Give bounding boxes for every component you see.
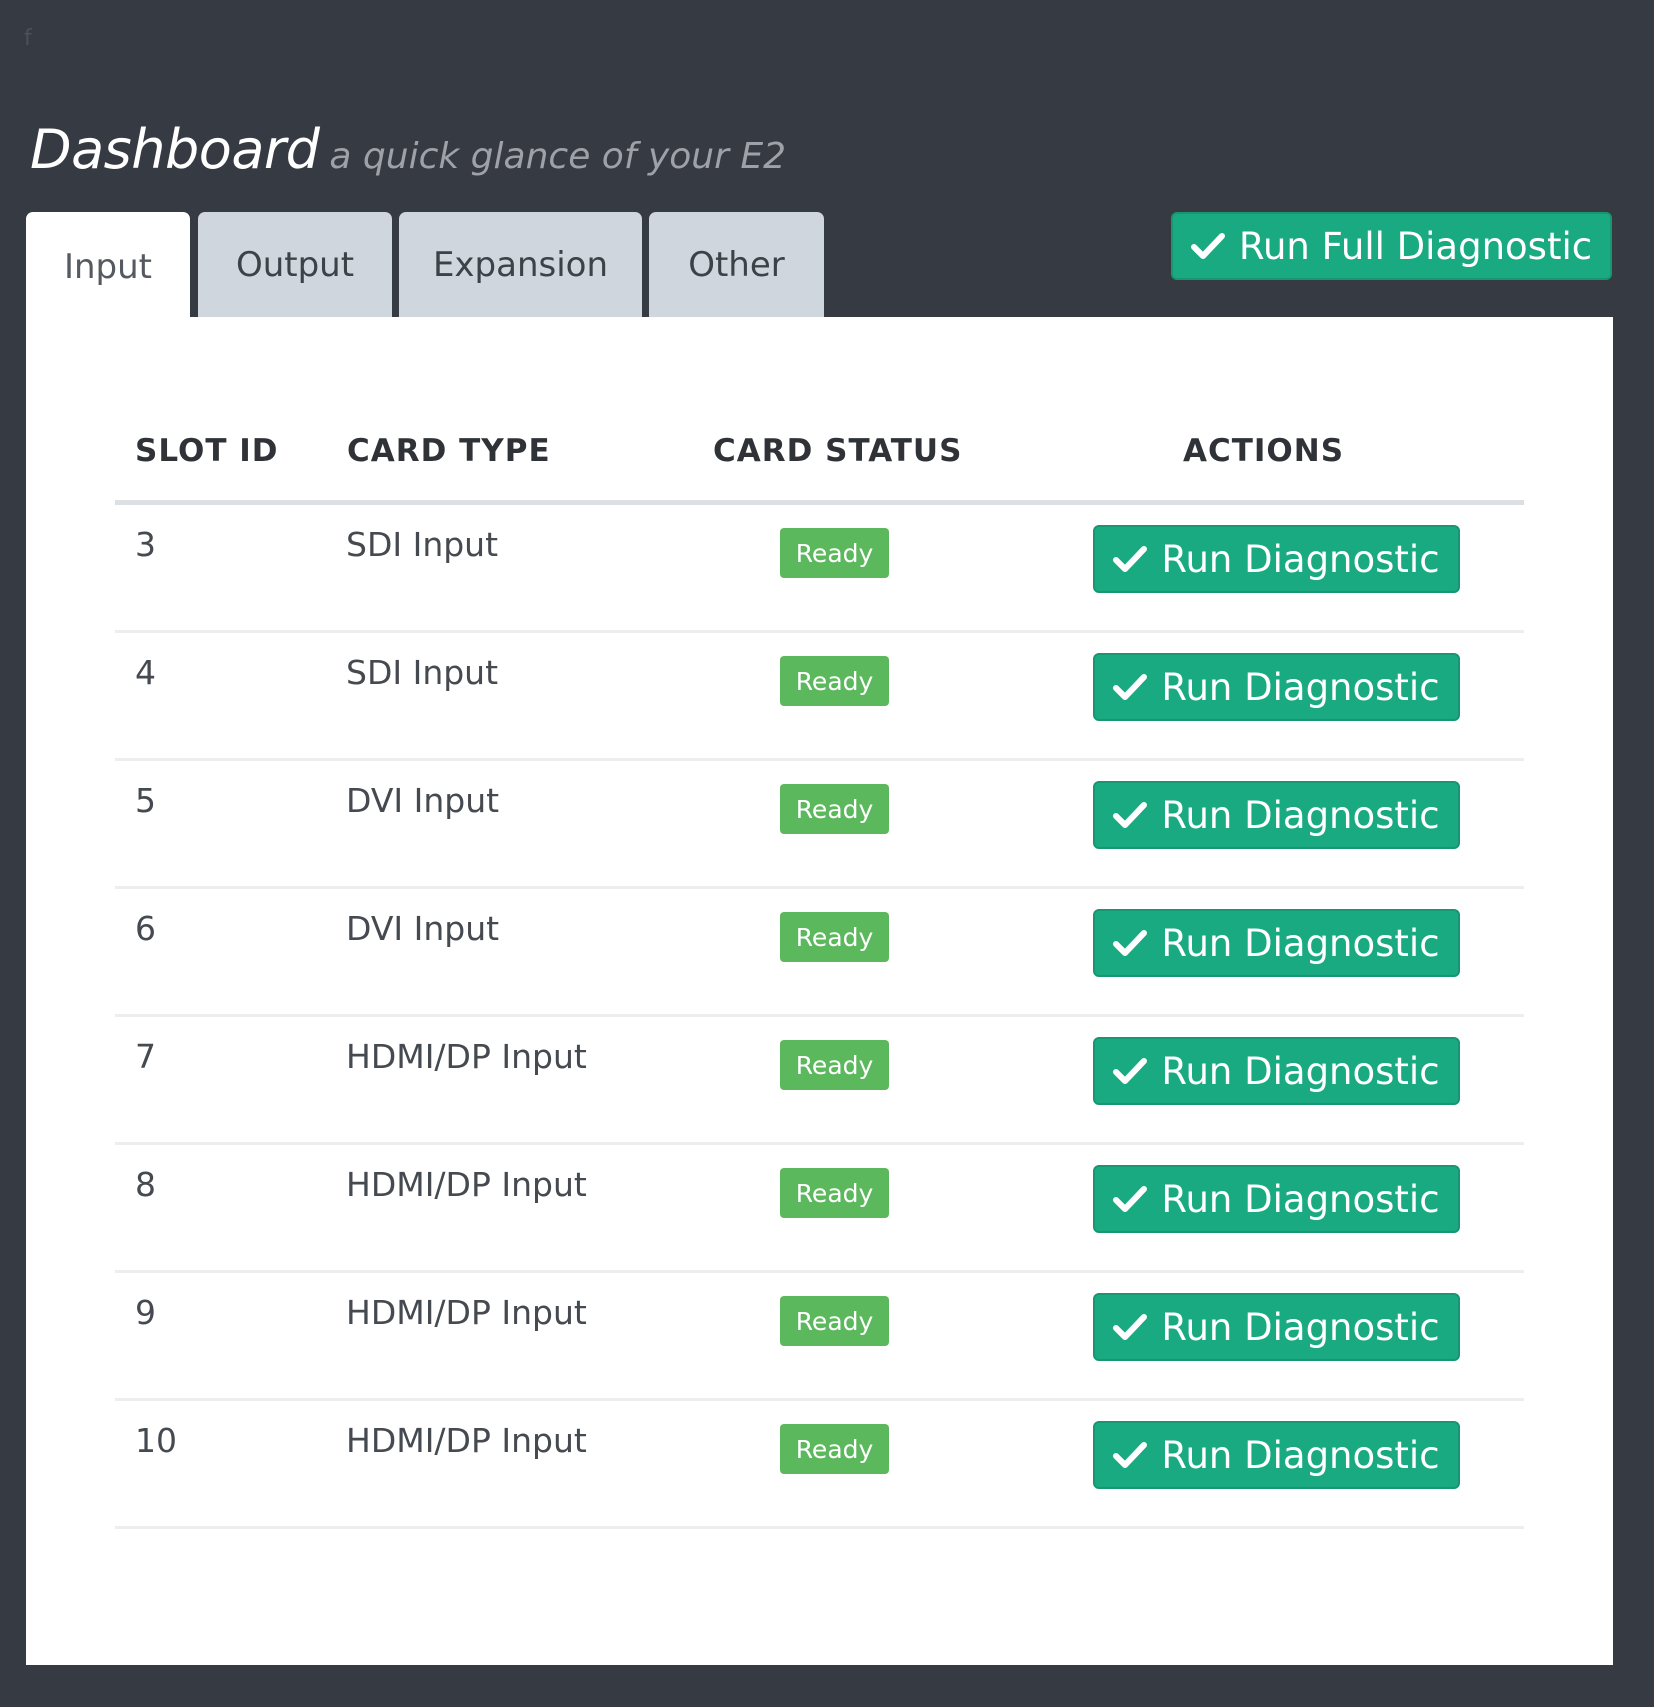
check-icon [1113,546,1148,572]
page-subtitle: a quick glance of your E2 [329,136,786,177]
table-row: 8 HDMI/DP Input Ready Run Diagnostic [115,1145,1524,1273]
column-header-actions: ACTIONS [1183,433,1345,469]
run-full-diagnostic-button[interactable]: Run Full Diagnostic [1171,212,1612,280]
check-icon [1113,1058,1148,1084]
input-cards-panel: SLOT ID CARD TYPE CARD STATUS ACTIONS 3 … [26,317,1613,1665]
column-header-card-type: CARD TYPE [347,433,551,469]
slot-id-cell: 3 [135,525,156,564]
tab-other[interactable]: Other [649,212,824,317]
table-row: 6 DVI Input Ready Run Diagnostic [115,889,1524,1017]
run-diagnostic-button[interactable]: Run Diagnostic [1093,1421,1460,1489]
slot-id-cell: 5 [135,781,156,820]
table-row: 5 DVI Input Ready Run Diagnostic [115,761,1524,889]
run-diagnostic-label: Run Diagnostic [1161,1305,1440,1349]
check-icon [1113,1442,1148,1468]
slot-id-cell: 4 [135,653,156,692]
tab-input[interactable]: Input [26,212,190,322]
run-diagnostic-button[interactable]: Run Diagnostic [1093,1165,1460,1233]
corner-glyph: f [24,26,32,51]
status-badge: Ready [780,912,889,962]
run-diagnostic-button[interactable]: Run Diagnostic [1093,1037,1460,1105]
column-header-card-status: CARD STATUS [713,433,963,469]
run-diagnostic-label: Run Diagnostic [1161,921,1440,965]
card-type-cell: HDMI/DP Input [346,1421,587,1460]
run-diagnostic-button[interactable]: Run Diagnostic [1093,1293,1460,1361]
page-header: Dashboard a quick glance of your E2 [30,118,786,181]
status-badge: Ready [780,1296,889,1346]
card-type-cell: SDI Input [346,653,499,692]
table-row: 10 HDMI/DP Input Ready Run Diagnostic [115,1401,1524,1529]
slot-id-cell: 6 [135,909,156,948]
slot-id-cell: 9 [135,1293,156,1332]
check-icon [1113,930,1148,956]
run-diagnostic-button[interactable]: Run Diagnostic [1093,781,1460,849]
page-title: Dashboard [30,118,320,181]
run-diagnostic-label: Run Diagnostic [1161,537,1440,581]
status-badge: Ready [780,1168,889,1218]
check-icon [1113,1314,1148,1340]
card-type-cell: DVI Input [346,781,500,820]
card-type-cell: HDMI/DP Input [346,1293,587,1332]
check-icon [1113,802,1148,828]
table-row: 7 HDMI/DP Input Ready Run Diagnostic [115,1017,1524,1145]
table-row: 3 SDI Input Ready Run Diagnostic [115,505,1524,633]
check-icon [1113,1186,1148,1212]
card-type-cell: SDI Input [346,525,499,564]
slot-id-cell: 7 [135,1037,156,1076]
check-icon [1113,674,1148,700]
run-diagnostic-label: Run Diagnostic [1161,1433,1440,1477]
status-badge: Ready [780,784,889,834]
run-diagnostic-button[interactable]: Run Diagnostic [1093,653,1460,721]
table-row: 9 HDMI/DP Input Ready Run Diagnostic [115,1273,1524,1401]
status-badge: Ready [780,1424,889,1474]
card-type-cell: DVI Input [346,909,500,948]
slot-id-cell: 10 [135,1421,177,1460]
column-header-slot-id: SLOT ID [135,433,279,469]
run-diagnostic-label: Run Diagnostic [1161,1177,1440,1221]
run-diagnostic-button[interactable]: Run Diagnostic [1093,909,1460,977]
table-row: 4 SDI Input Ready Run Diagnostic [115,633,1524,761]
status-badge: Ready [780,1040,889,1090]
run-diagnostic-button[interactable]: Run Diagnostic [1093,525,1460,593]
run-diagnostic-label: Run Diagnostic [1161,665,1440,709]
tab-expansion[interactable]: Expansion [399,212,642,317]
card-type-cell: HDMI/DP Input [346,1037,587,1076]
card-type-cell: HDMI/DP Input [346,1165,587,1204]
run-full-diagnostic-label: Run Full Diagnostic [1238,224,1593,268]
status-badge: Ready [780,656,889,706]
tab-output[interactable]: Output [198,212,392,317]
status-badge: Ready [780,528,889,578]
run-diagnostic-label: Run Diagnostic [1161,793,1440,837]
check-icon [1190,233,1225,259]
slot-id-cell: 8 [135,1165,156,1204]
run-diagnostic-label: Run Diagnostic [1161,1049,1440,1093]
